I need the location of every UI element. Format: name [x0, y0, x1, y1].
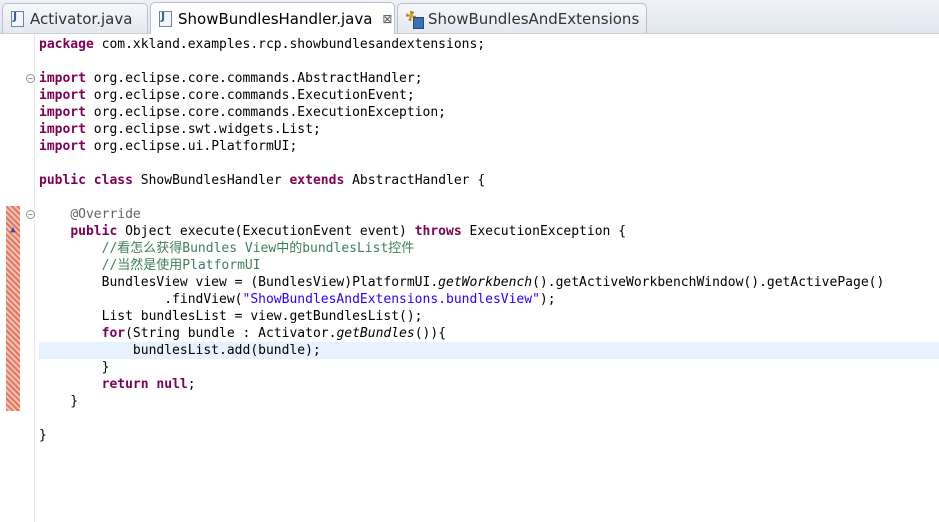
comment-token: //当然是使用PlatformUI [101, 258, 261, 273]
code-token: com.xkland.examples.rcp.showbundlesandex… [93, 37, 486, 52]
code-line[interactable]: return null; [39, 376, 939, 393]
comment-token: //看怎么获得Bundles View中的bundlesList控件 [101, 241, 415, 256]
keyword-token: extends [289, 173, 345, 188]
keyword-token: public [39, 173, 86, 188]
code-token: bundlesList.add(bundle); [39, 343, 321, 358]
code-line-current[interactable]: bundlesList.add(bundle); [39, 342, 939, 359]
code-line[interactable]: import org.eclipse.core.commands.Abstrac… [39, 70, 939, 87]
code-line[interactable]: import org.eclipse.core.commands.Executi… [39, 104, 939, 121]
code-line[interactable]: package com.xkland.examples.rcp.showbund… [39, 36, 939, 53]
code-line[interactable] [39, 189, 939, 206]
keyword-token: import [39, 71, 86, 86]
code-token: } [39, 428, 47, 443]
code-token: org.eclipse.ui.PlatformUI; [85, 139, 298, 154]
java-editor[interactable]: ▲ − − package com.xkland.examples.rcp.sho… [0, 34, 939, 522]
java-file-icon: J [159, 10, 172, 27]
code-line[interactable]: } [39, 393, 939, 410]
code-token: ShowBundlesHandler [132, 173, 290, 188]
code-line[interactable]: import org.eclipse.core.commands.Executi… [39, 87, 939, 104]
code-token: ()){ [414, 326, 447, 341]
keyword-token: package [39, 37, 94, 52]
code-token: ); [539, 292, 556, 307]
code-token: getWorkbench [438, 275, 533, 290]
code-line[interactable]: .findView("ShowBundlesAndExtensions.bund… [39, 291, 939, 308]
keyword-token: import [39, 122, 86, 137]
tab-label: ShowBundlesAndExtensions [428, 9, 640, 28]
keyword-token: throws [414, 224, 462, 239]
tab-label: ShowBundlesHandler.java [178, 9, 373, 28]
change-marker[interactable] [6, 206, 20, 411]
keyword-token: import [39, 139, 86, 154]
code-token: (String bundle : Activator. [125, 326, 337, 341]
code-token: BundlesView view = (BundlesView)Platform… [39, 275, 439, 290]
tab-showbundlesandextensions[interactable]: ShowBundlesAndExtensions [397, 3, 647, 33]
overview-ruler: ▲ [0, 34, 20, 522]
fold-collapse-icon[interactable]: − [26, 210, 35, 219]
code-line[interactable]: } [39, 427, 939, 444]
keyword-token: import [39, 88, 86, 103]
code-token: } [39, 394, 79, 409]
code-token: AbstractHandler { [344, 173, 486, 188]
code-token: org.eclipse.core.commands.AbstractHandle… [85, 71, 423, 86]
keyword-token: null [156, 377, 188, 392]
code-line[interactable]: import org.eclipse.ui.PlatformUI; [39, 138, 939, 155]
string-token: "ShowBundlesAndExtensions.bundlesView" [242, 292, 540, 307]
code-token: org.eclipse.core.commands.ExecutionEvent… [85, 88, 415, 103]
code-line[interactable]: import org.eclipse.swt.widgets.List; [39, 121, 939, 138]
keyword-token: for [101, 326, 126, 341]
code-token: org.eclipse.swt.widgets.List; [85, 122, 321, 137]
code-token: .findView( [39, 292, 243, 307]
code-line[interactable]: public class ShowBundlesHandler extends … [39, 172, 939, 189]
code-line[interactable]: } [39, 359, 939, 376]
code-line[interactable]: //当然是使用PlatformUI [39, 257, 939, 274]
code-line[interactable]: public Object execute(ExecutionEvent eve… [39, 223, 939, 240]
close-tab-icon[interactable]: ⊠ [382, 12, 392, 26]
code-line[interactable] [39, 410, 939, 427]
code-line[interactable]: for(String bundle : Activator.getBundles… [39, 325, 939, 342]
plugin-manifest-icon [406, 10, 424, 29]
code-line[interactable]: BundlesView view = (BundlesView)Platform… [39, 274, 939, 291]
annotation-token: @Override [70, 207, 141, 222]
code-token: ().getActiveWorkbenchWindow().getActiveP… [532, 275, 885, 290]
tab-showbundleshandler-java[interactable]: J ShowBundlesHandler.java ⊠ [150, 2, 395, 34]
fold-collapse-icon[interactable]: − [26, 74, 35, 83]
code-line[interactable]: //看怎么获得Bundles View中的bundlesList控件 [39, 240, 939, 257]
java-file-icon: J [11, 10, 24, 27]
code-token: getBundles [336, 326, 415, 341]
code-line[interactable] [39, 53, 939, 70]
code-area[interactable]: package com.xkland.examples.rcp.showbund… [39, 36, 939, 444]
keyword-token: public [70, 224, 118, 239]
code-token: List bundlesList = view.getBundlesList()… [39, 309, 423, 324]
gutter-divider [34, 34, 35, 522]
keyword-token: import [39, 105, 86, 120]
tab-activator-java[interactable]: J Activator.java [2, 3, 148, 33]
code-line[interactable]: List bundlesList = view.getBundlesList()… [39, 308, 939, 325]
keyword-token: class [93, 173, 133, 188]
tab-label: Activator.java [30, 9, 133, 28]
code-line[interactable]: @Override [39, 206, 939, 223]
code-token: org.eclipse.core.commands.ExecutionExcep… [85, 105, 446, 120]
code-line[interactable] [39, 155, 939, 172]
code-token: Object execute(ExecutionEvent event) [117, 224, 415, 239]
code-token: ; [187, 377, 196, 392]
keyword-token: return [101, 377, 149, 392]
override-marker-icon[interactable]: ▲ [6, 226, 20, 235]
editor-tab-bar: J Activator.java J ShowBundlesHandler.ja… [0, 0, 939, 34]
code-token: ExecutionException { [461, 224, 627, 239]
code-token: } [39, 360, 110, 375]
